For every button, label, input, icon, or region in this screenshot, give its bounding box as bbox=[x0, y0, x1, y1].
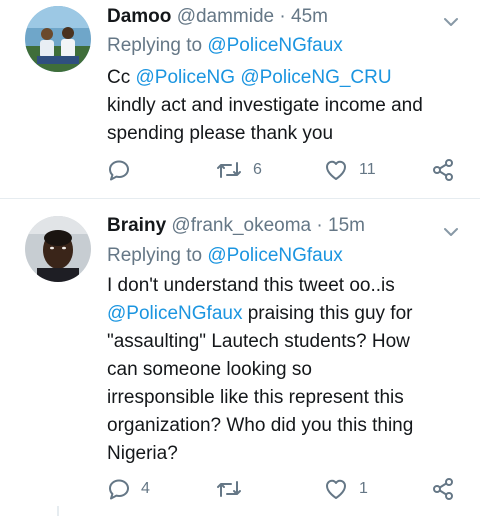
tweet-text-line: Cc @PoliceNG @PoliceNG_CRU bbox=[107, 64, 458, 92]
timestamp[interactable]: 15m bbox=[328, 215, 365, 236]
reply-icon bbox=[107, 477, 131, 501]
like-count: 11 bbox=[359, 161, 376, 178]
tweet-text-line: spending please thank you bbox=[107, 120, 458, 148]
tweet-actions: 4 1 bbox=[107, 475, 460, 503]
avatar[interactable] bbox=[25, 6, 91, 72]
share-icon bbox=[431, 477, 455, 501]
tweet-header: Damoo @dammide · 45m bbox=[107, 5, 440, 29]
tweet-text-line: irresponsible like this represent this bbox=[107, 384, 458, 412]
mention-link[interactable]: @PoliceNG_CRU bbox=[240, 67, 391, 88]
like-button[interactable]: 1 bbox=[323, 475, 368, 503]
tweet-text-segment: praising this guy for bbox=[242, 303, 413, 324]
reply-button[interactable]: 4 bbox=[107, 475, 150, 503]
retweet-icon bbox=[215, 477, 243, 501]
tweet-actions: 6 11 bbox=[107, 156, 460, 184]
tweet-text-line: "assaulting" Lautech students? How bbox=[107, 328, 458, 356]
reply-count: 4 bbox=[141, 480, 150, 497]
display-name[interactable]: Damoo bbox=[107, 6, 171, 27]
tweet-text-segment: Cc bbox=[107, 67, 136, 88]
retweet-icon bbox=[215, 158, 243, 182]
retweet-count: 6 bbox=[253, 161, 262, 178]
tweet-text-segment: I don't understand this tweet oo..is bbox=[107, 275, 395, 296]
share-button[interactable] bbox=[431, 156, 455, 184]
separator-dot: · bbox=[316, 215, 323, 236]
tweet-text-segment: organization? Who did you this thing bbox=[107, 415, 414, 436]
tweet-text-segment: can someone looking so bbox=[107, 359, 312, 380]
tweet-damoo[interactable]: Damoo @dammide · 45m Replying to @Police… bbox=[0, 0, 480, 199]
share-icon bbox=[431, 158, 455, 182]
tweet-text-line: Nigeria? bbox=[107, 440, 458, 468]
tweet-text-segment: "assaulting" Lautech students? How bbox=[107, 331, 410, 352]
tweet-header: Brainy @frank_okeoma · 15m bbox=[107, 214, 440, 238]
tweet-text-line: @PoliceNGfaux praising this guy for bbox=[107, 300, 458, 328]
chevron-down-icon[interactable] bbox=[444, 224, 458, 236]
share-button[interactable] bbox=[431, 475, 455, 503]
replying-to-label: Replying to bbox=[107, 245, 203, 266]
tweet-text: Cc @PoliceNG @PoliceNG_CRUkindly act and… bbox=[107, 64, 458, 148]
heart-icon bbox=[323, 158, 349, 182]
tweet-text-line: can someone looking so bbox=[107, 356, 458, 384]
timestamp[interactable]: 45m bbox=[291, 6, 328, 27]
replying-to: Replying to @PoliceNGfaux bbox=[107, 243, 343, 269]
tweet-text-segment: Nigeria? bbox=[107, 443, 178, 464]
reply-button[interactable] bbox=[107, 156, 141, 184]
tweet-text-line: kindly act and investigate income and bbox=[107, 92, 458, 120]
thread-connector bbox=[57, 506, 59, 516]
replying-to: Replying to @PoliceNGfaux bbox=[107, 33, 343, 59]
tweet-text-segment: spending please thank you bbox=[107, 123, 334, 144]
heart-icon bbox=[323, 477, 349, 501]
replying-to-label: Replying to bbox=[107, 35, 203, 56]
like-count: 1 bbox=[359, 480, 368, 497]
mention-link[interactable]: @PoliceNG bbox=[136, 67, 236, 88]
tweet-text-segment: irresponsible like this represent this bbox=[107, 387, 404, 408]
user-handle[interactable]: @frank_okeoma bbox=[171, 215, 311, 236]
replying-to-handle[interactable]: @PoliceNGfaux bbox=[207, 245, 342, 266]
tweet-text-line: organization? Who did you this thing bbox=[107, 412, 458, 440]
retweet-button[interactable] bbox=[215, 475, 253, 503]
replying-to-handle[interactable]: @PoliceNGfaux bbox=[207, 35, 342, 56]
display-name[interactable]: Brainy bbox=[107, 215, 166, 236]
tweet-text-segment: kindly act and investigate income and bbox=[107, 95, 423, 116]
chevron-down-icon[interactable] bbox=[444, 14, 458, 26]
user-handle[interactable]: @dammide bbox=[177, 6, 274, 27]
separator-dot: · bbox=[279, 6, 286, 27]
avatar[interactable] bbox=[25, 216, 91, 282]
mention-link[interactable]: @PoliceNGfaux bbox=[107, 303, 242, 324]
tweet-text: I don't understand this tweet oo..is @Pol… bbox=[107, 272, 458, 468]
like-button[interactable]: 11 bbox=[323, 156, 376, 184]
reply-icon bbox=[107, 158, 131, 182]
tweet-text-line: I don't understand this tweet oo..is bbox=[107, 272, 458, 300]
retweet-button[interactable]: 6 bbox=[215, 156, 262, 184]
